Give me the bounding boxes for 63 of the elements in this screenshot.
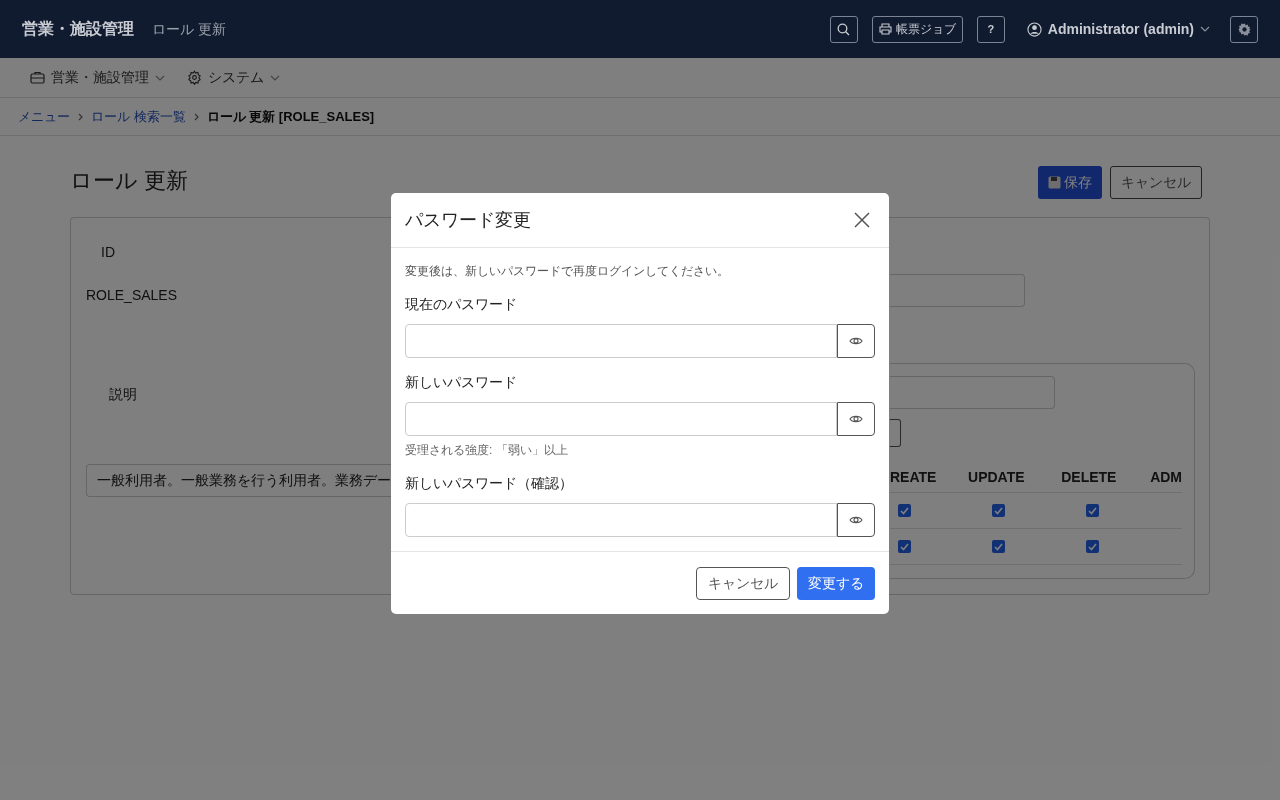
menu-item[interactable]: システム [187, 67, 280, 88]
menu-item[interactable]: 営業・施設管理 [30, 67, 165, 88]
field-label: 新しいパスワード [405, 373, 518, 392]
field-hint: 受理される強度: 「弱い」以上 [405, 442, 569, 459]
page-heading: ロール 更新 [70, 167, 189, 195]
checkbox[interactable] [897, 540, 911, 553]
chevron-icon [1200, 26, 1210, 32]
separator-icon [78, 112, 83, 121]
eye-icon [849, 336, 863, 346]
small-button[interactable] [890, 419, 901, 447]
checkbox[interactable] [992, 504, 1005, 517]
gear-icon [187, 70, 202, 85]
floppy-icon [1048, 176, 1061, 189]
chevron-icon [270, 74, 280, 81]
briefcase-icon [30, 71, 45, 84]
field-label: 新しいパスワード（確認） [405, 474, 574, 493]
field-label: 説明 [108, 385, 138, 404]
checkbox[interactable] [897, 504, 911, 517]
close-button[interactable] [854, 212, 870, 228]
field-label: ID [100, 243, 116, 262]
dialog-note: 変更後は、新しいパスワードで再度ログインしてください。 [405, 263, 730, 280]
column-header: DELETE [1060, 468, 1118, 487]
settings-icon [1237, 22, 1251, 36]
help-button[interactable]: ? [976, 15, 1005, 43]
show-password-button[interactable] [837, 324, 875, 358]
column-header: UPDATE [967, 468, 1026, 487]
cancel-button[interactable]: キャンセル [1110, 166, 1202, 199]
show-password-button[interactable] [837, 402, 875, 436]
eye-icon [849, 515, 863, 525]
checkbox[interactable] [992, 540, 1005, 553]
field-value: ROLE_SALES [86, 286, 179, 305]
breadcrumb-current: ロール 更新 [ROLE_SALES] [206, 107, 375, 126]
password-field[interactable] [405, 402, 837, 436]
dialog-title: パスワード変更 [405, 208, 531, 232]
password-field[interactable] [405, 503, 837, 537]
column-header: REATE [890, 468, 938, 487]
save-button[interactable]: 保存 [1038, 166, 1102, 199]
settings-button[interactable] [1230, 15, 1258, 43]
text-field[interactable] [890, 376, 1055, 409]
checkbox[interactable] [1086, 504, 1099, 517]
printer-icon [878, 23, 892, 35]
user-icon [1026, 21, 1042, 37]
search-button[interactable] [829, 15, 858, 43]
page-title: ロール 更新 [152, 19, 226, 39]
text-field[interactable] [890, 274, 1025, 307]
breadcrumb-link[interactable]: ロール 検索一覧 [91, 106, 186, 127]
password-field[interactable] [405, 324, 837, 358]
field-label: 現在のパスワード [405, 295, 518, 314]
jobs-button[interactable]: 帳票ジョブ [871, 15, 963, 43]
separator-icon [193, 112, 199, 121]
checkbox[interactable] [1086, 540, 1099, 553]
show-password-button[interactable] [837, 503, 875, 537]
chevron-icon [155, 74, 165, 81]
column-header: ADM [1150, 468, 1182, 487]
search-icon [837, 22, 851, 36]
user-menu[interactable]: Administrator (admin) [1026, 18, 1210, 40]
cancel-button[interactable]: キャンセル [696, 566, 790, 600]
description-field[interactable]: 一般利用者。一般業務を行う利用者。業務デー [86, 464, 392, 497]
app-title: 営業・施設管理 [22, 19, 134, 39]
submit-button[interactable]: 変更する [797, 566, 875, 600]
eye-icon [849, 414, 863, 424]
breadcrumb-link[interactable]: メニュー [18, 106, 70, 127]
close-icon [854, 212, 870, 228]
